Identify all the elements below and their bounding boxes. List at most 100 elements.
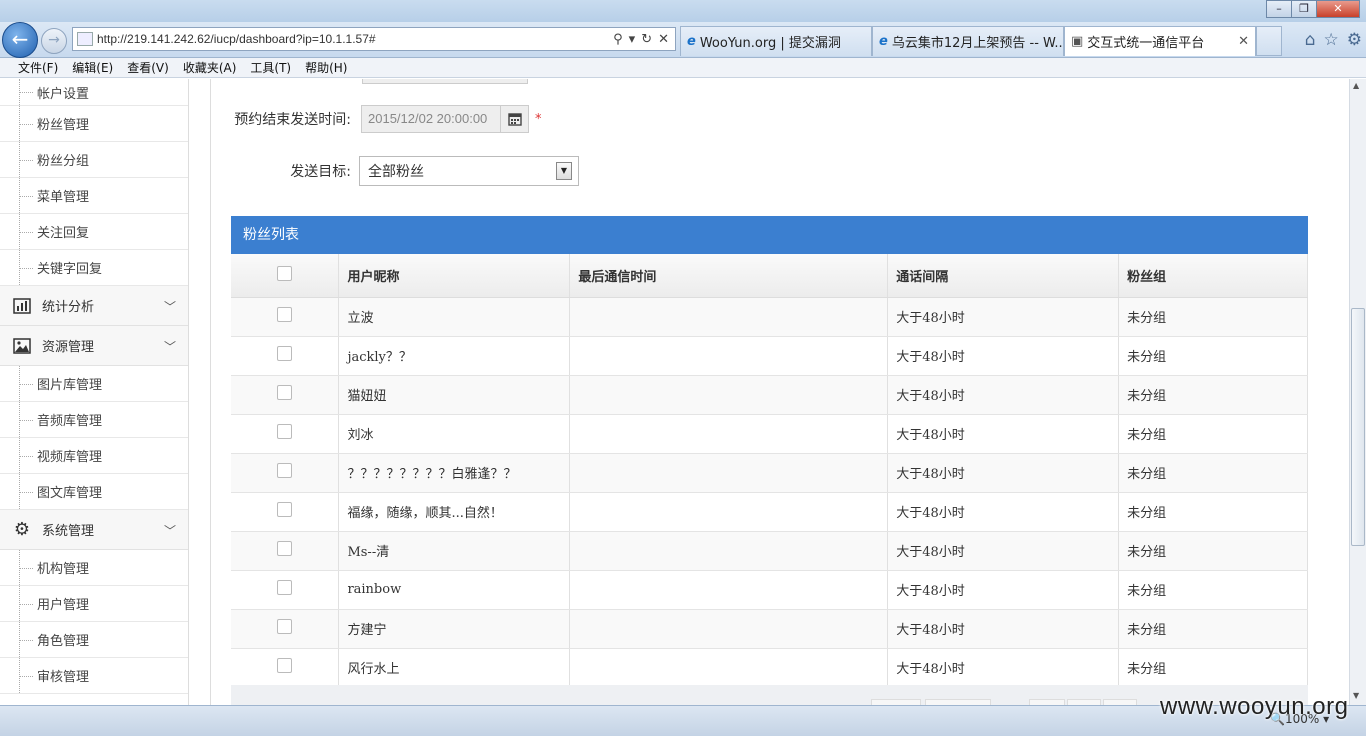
scrollbar-thumb[interactable] xyxy=(1351,308,1365,546)
browser-navbar: ← → http://219.141.242.62/iucp/dashboard… xyxy=(0,22,1366,58)
minimize-button[interactable]: – xyxy=(1266,0,1292,18)
maximize-button[interactable]: ❐ xyxy=(1291,0,1317,18)
stop-icon[interactable]: ✕ xyxy=(658,32,669,47)
cell-last-contact xyxy=(569,297,889,337)
sidebar-item-label: 图文库管理 xyxy=(37,486,103,501)
forward-button[interactable]: → xyxy=(41,28,67,54)
sidebar-item-label: 帐户设置 xyxy=(37,86,90,102)
scroll-up-icon[interactable]: ▲ xyxy=(1353,81,1359,90)
dropdown-arrow-icon[interactable]: ▼ xyxy=(556,162,572,180)
row-checkbox[interactable] xyxy=(277,463,293,478)
table-row: jackly？？ 大于48小时 未分组 xyxy=(231,336,1308,376)
sidebar-item-label: 机构管理 xyxy=(37,562,90,577)
sidebar-item-label: 角色管理 xyxy=(37,634,90,649)
row-select-cell xyxy=(231,609,340,649)
menu-view[interactable]: 查看(V) xyxy=(127,59,169,76)
tab-wooyun-submit[interactable]: e WooYun.org | 提交漏洞 xyxy=(680,26,872,56)
new-tab-button[interactable] xyxy=(1256,26,1282,56)
close-window-button[interactable]: ✕ xyxy=(1316,0,1360,18)
target-row: 发送目标: 全部粉丝 ▼ xyxy=(231,156,579,186)
row-checkbox[interactable] xyxy=(277,580,293,595)
cell-last-contact xyxy=(569,648,889,688)
row-checkbox[interactable] xyxy=(277,346,293,361)
cell-interval: 大于48小时 xyxy=(887,375,1120,415)
row-checkbox[interactable] xyxy=(277,385,293,400)
cell-interval: 大于48小时 xyxy=(887,297,1120,337)
cell-nickname: rainbow xyxy=(338,570,571,610)
required-mark: * xyxy=(535,111,542,127)
tab-wooyun-market[interactable]: e 乌云集市12月上架预告 -- W... xyxy=(872,26,1064,56)
sidebar-item-audio-library[interactable]: 音频库管理 xyxy=(0,402,188,438)
row-select-cell xyxy=(231,531,340,571)
row-checkbox[interactable] xyxy=(277,502,293,517)
fans-table: 用户昵称 最后通信时间 通话间隔 粉丝组 立波 大于48小时 未分组 jackly？？… xyxy=(231,254,1308,688)
tab-label: 交互式统一通信平台 xyxy=(1087,36,1205,51)
window-titlebar: – ❐ ✕ xyxy=(0,0,1366,22)
tools-gear-icon[interactable]: ⚙ xyxy=(1347,30,1362,50)
sidebar-item-fans[interactable]: 粉丝管理 xyxy=(0,106,188,142)
row-select-cell xyxy=(231,570,340,610)
sidebar-item-fan-groups[interactable]: 粉丝分组 xyxy=(0,142,188,178)
home-icon[interactable]: ⌂ xyxy=(1305,30,1316,50)
sidebar-group-statistics[interactable]: 统计分析 ﹀ xyxy=(0,286,188,326)
favorites-star-icon[interactable]: ☆ xyxy=(1324,30,1339,50)
cell-nickname: 刘冰 xyxy=(338,414,571,454)
search-icon[interactable]: ⚲ xyxy=(613,32,623,47)
address-bar[interactable]: http://219.141.242.62/iucp/dashboard?ip=… xyxy=(72,27,676,51)
menu-favorites[interactable]: 收藏夹(A) xyxy=(183,59,237,76)
sidebar-item-video-library[interactable]: 视频库管理 xyxy=(0,438,188,474)
sidebar-item-organization[interactable]: 机构管理 xyxy=(0,550,188,586)
sidebar-item-users[interactable]: 用户管理 xyxy=(0,586,188,622)
calendar-icon[interactable] xyxy=(501,105,529,133)
image-icon xyxy=(12,337,32,354)
cell-fan-group: 未分组 xyxy=(1118,609,1308,649)
address-url[interactable]: http://219.141.242.62/iucp/dashboard?ip=… xyxy=(97,32,613,46)
menu-help[interactable]: 帮助(H) xyxy=(305,59,347,76)
sidebar-group-resources[interactable]: 资源管理 ﹀ xyxy=(0,326,188,366)
sidebar-item-label: 粉丝分组 xyxy=(37,154,90,169)
sidebar-item-keyword-reply[interactable]: 关键字回复 xyxy=(0,250,188,286)
col-nickname[interactable]: 用户昵称 xyxy=(338,254,571,298)
table-row: 立波 大于48小时 未分组 xyxy=(231,297,1308,337)
close-tab-icon[interactable]: ✕ xyxy=(1228,34,1249,49)
sidebar-item-menu[interactable]: 菜单管理 xyxy=(0,178,188,214)
sidebar-item-account[interactable]: 帐户设置 xyxy=(0,79,188,106)
chevron-down-icon: ﹀ xyxy=(163,300,176,314)
row-checkbox[interactable] xyxy=(277,619,293,634)
sidebar-item-review[interactable]: 审核管理 xyxy=(0,658,188,694)
table-row: ？？？？？？？？白雅逢？？ 大于48小时 未分组 xyxy=(231,453,1308,493)
row-checkbox[interactable] xyxy=(277,424,293,439)
row-select-cell xyxy=(231,375,340,415)
dropdown-arrow-icon[interactable]: ▾ xyxy=(629,32,636,47)
select-all-checkbox[interactable] xyxy=(277,265,293,281)
menu-file[interactable]: 文件(F) xyxy=(18,59,58,76)
col-fan-group[interactable]: 粉丝组 xyxy=(1118,254,1308,298)
target-select-value: 全部粉丝 xyxy=(368,164,424,180)
menu-edit[interactable]: 编辑(E) xyxy=(72,59,113,76)
sidebar-group-system[interactable]: ⚙ 系统管理 ﹀ xyxy=(0,510,188,550)
scroll-down-icon[interactable]: ▼ xyxy=(1353,691,1359,700)
table-row: Ms--清 大于48小时 未分组 xyxy=(231,531,1308,571)
col-last-contact[interactable]: 最后通信时间 xyxy=(569,254,889,298)
row-checkbox[interactable] xyxy=(277,658,293,673)
col-interval[interactable]: 通话间隔 xyxy=(887,254,1120,298)
row-checkbox[interactable] xyxy=(277,541,293,556)
bar-chart-icon xyxy=(12,297,32,314)
sidebar-item-image-library[interactable]: 图片库管理 xyxy=(0,366,188,402)
menu-tools[interactable]: 工具(T) xyxy=(250,59,291,76)
tab-label: 乌云集市12月上架预告 -- W... xyxy=(891,36,1064,51)
sidebar-item-roles[interactable]: 角色管理 xyxy=(0,622,188,658)
end-time-input[interactable]: 2015/12/02 20:00:00 xyxy=(361,105,501,133)
refresh-icon[interactable]: ↻ xyxy=(641,32,652,47)
vertical-scrollbar[interactable]: ▲ ▼ xyxy=(1349,79,1366,705)
sidebar-item-label: 粉丝管理 xyxy=(37,118,90,133)
table-row: 刘冰 大于48小时 未分组 xyxy=(231,414,1308,454)
target-select[interactable]: 全部粉丝 ▼ xyxy=(359,156,579,186)
sidebar-item-article-library[interactable]: 图文库管理 xyxy=(0,474,188,510)
sidebar-item-follow-reply[interactable]: 关注回复 xyxy=(0,214,188,250)
cell-nickname: 方建宁 xyxy=(338,609,571,649)
cell-interval: 大于48小时 xyxy=(887,570,1120,610)
tab-platform[interactable]: ▣ 交互式统一通信平台 ✕ xyxy=(1064,26,1256,56)
back-button[interactable]: ← xyxy=(2,22,38,58)
row-checkbox[interactable] xyxy=(277,307,293,322)
